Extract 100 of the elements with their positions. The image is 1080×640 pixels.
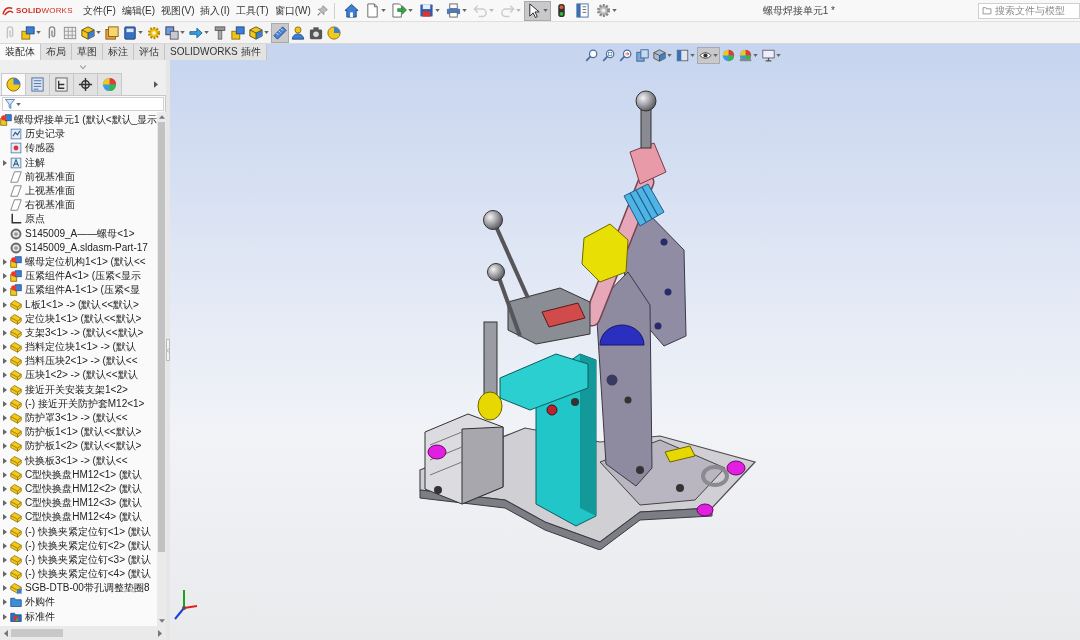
folder-icon xyxy=(10,596,22,609)
tree-item[interactable]: C型快换盘HM12<1> (默认 xyxy=(25,468,143,481)
expand-arrow-icon[interactable] xyxy=(3,599,7,606)
expand-arrow-icon[interactable] xyxy=(3,613,7,620)
tree-item[interactable]: (-) 快换夹紧定位钉<3> (默认 xyxy=(25,553,152,566)
block-icon xyxy=(10,440,22,453)
scrollbar[interactable] xyxy=(157,112,167,626)
tree-item[interactable]: 压紧组件A<1> (压紧<显示 xyxy=(25,270,141,283)
menu-item[interactable]: 工具(T) xyxy=(232,1,272,20)
tree-item[interactable]: 防护罩3<1> -> (默认<< xyxy=(25,412,128,425)
tree-item[interactable]: 防护板1<1> (默认<<默认> xyxy=(25,426,142,439)
right-arrow-icon[interactable] xyxy=(158,629,163,637)
tree-item[interactable]: 原点 xyxy=(25,213,45,226)
menu-item[interactable]: 插入(I) xyxy=(197,1,233,20)
panel-tab[interactable] xyxy=(49,73,74,95)
expand-arrow-icon[interactable] xyxy=(3,273,7,280)
right-arrow-icon[interactable] xyxy=(154,80,159,88)
expand-arrow-icon[interactable] xyxy=(3,372,7,379)
down-arrow-icon[interactable] xyxy=(158,619,165,623)
expand-arrow-icon[interactable] xyxy=(3,471,7,478)
expand-arrow-icon[interactable] xyxy=(3,485,7,492)
tree-item[interactable]: 挡料压块2<1> -> (默认<< xyxy=(25,355,138,368)
tree-item[interactable]: 压紧组件A-1<1> (压紧<显 xyxy=(25,284,140,297)
plane-icon xyxy=(10,199,22,212)
scrollbar[interactable] xyxy=(0,626,167,640)
scrollbar-thumb[interactable] xyxy=(11,629,63,637)
expand-arrow-icon[interactable] xyxy=(3,258,7,265)
tree-item[interactable]: (-) 快换夹紧定位钉<4> (默认 xyxy=(25,568,152,581)
tree-item[interactable]: 历史记录 xyxy=(25,128,65,141)
expand-arrow-icon[interactable] xyxy=(3,358,7,365)
tree-item[interactable]: 螺母定位机构1<1> (默认<< xyxy=(25,255,146,268)
view-button[interactable] xyxy=(760,47,783,64)
expand-arrow-icon[interactable] xyxy=(3,542,7,549)
expand-arrow-icon[interactable] xyxy=(3,159,7,166)
filter-field[interactable] xyxy=(2,97,165,111)
tree-item[interactable]: 接近开关安装支架1<2> xyxy=(25,383,128,396)
expand-arrow-icon[interactable] xyxy=(3,571,7,578)
tree-item[interactable]: 定位块1<1> (默认<<默认> xyxy=(25,312,142,325)
tree-item[interactable]: 压块1<2> -> (默认<<默认 xyxy=(25,369,138,382)
command-tab[interactable]: 装配体 xyxy=(0,44,41,60)
view-button[interactable] xyxy=(674,47,697,64)
tree-item[interactable]: C型快换盘HM12<4> (默认 xyxy=(25,511,143,524)
left-arrow-icon[interactable] xyxy=(4,629,8,637)
up-arrow-icon[interactable] xyxy=(158,115,165,119)
tree-item[interactable]: S145009_A——螺母<1> xyxy=(25,227,135,240)
panel-tab[interactable] xyxy=(73,73,98,95)
shapes-icon xyxy=(10,270,22,283)
tree-item[interactable]: SGB-DTB-00带孔调整垫圈8 xyxy=(25,582,150,595)
plane-icon xyxy=(10,185,22,198)
expand-arrow-icon[interactable] xyxy=(3,301,7,308)
menu-item[interactable]: 视图(V) xyxy=(158,1,198,20)
tree-item[interactable]: C型快换盘HM12<3> (默认 xyxy=(25,497,143,510)
tree-item[interactable]: 快换板3<1> -> (默认<< xyxy=(25,454,128,467)
tree-item[interactable]: 标准件 xyxy=(25,610,55,623)
tree-item[interactable]: 外购件 xyxy=(25,596,55,609)
tree-item[interactable]: (-) 快换夹紧定位钉<2> (默认 xyxy=(25,539,152,552)
cube-icon xyxy=(653,49,666,62)
tree-item[interactable]: (-) 接近开关防护套M12<1> xyxy=(25,397,145,410)
expand-arrow-icon[interactable] xyxy=(3,329,7,336)
tree-item[interactable]: 注解 xyxy=(25,156,45,169)
view-button[interactable] xyxy=(600,47,617,64)
tree-item[interactable]: (-) 快换夹紧定位钉<1> (默认 xyxy=(25,525,152,538)
expand-arrow-icon[interactable] xyxy=(3,429,7,436)
expand-arrow-icon[interactable] xyxy=(3,287,7,294)
tree-item[interactable]: C型快换盘HM12<2> (默认 xyxy=(25,482,143,495)
tree-item[interactable]: 防护板1<2> (默认<<默认> xyxy=(25,440,142,453)
expand-arrow-icon[interactable] xyxy=(3,457,7,464)
tree-item[interactable]: 支架3<1> -> (默认<<默认> xyxy=(25,326,144,339)
view-button[interactable] xyxy=(617,47,634,64)
expand-arrow-icon[interactable] xyxy=(3,528,7,535)
tree-item[interactable]: L板1<1> -> (默认<<默认> xyxy=(25,298,139,311)
printer-icon xyxy=(445,3,461,18)
tree-item[interactable]: 右视基准面 xyxy=(25,199,75,212)
view-button[interactable] xyxy=(583,47,600,64)
menu-item[interactable]: 编辑(E) xyxy=(118,1,159,20)
expand-arrow-icon[interactable] xyxy=(3,500,7,507)
view-button[interactable] xyxy=(697,47,720,64)
tree-item[interactable]: 上视基准面 xyxy=(25,185,75,198)
scrollbar-thumb[interactable] xyxy=(158,122,166,552)
pin-icon[interactable] xyxy=(316,5,328,16)
tree-item[interactable]: 挡料定位块1<1> -> (默认 xyxy=(25,341,136,354)
expand-arrow-icon[interactable] xyxy=(3,400,7,407)
expand-arrow-icon[interactable] xyxy=(3,556,7,563)
expand-arrow-icon[interactable] xyxy=(3,415,7,422)
view-button[interactable] xyxy=(651,47,674,64)
tree-item[interactable]: S145009_A.sldasm-Part-17 xyxy=(25,241,148,254)
expand-arrow-icon[interactable] xyxy=(3,514,7,521)
menu-item[interactable]: 窗口(W) xyxy=(271,1,314,20)
expand-arrow-icon[interactable] xyxy=(3,443,7,450)
menu-item[interactable]: 文件(F) xyxy=(80,1,119,20)
expand-arrow-icon[interactable] xyxy=(3,315,7,322)
tree-item[interactable]: 螺母焊接单元1 (默认<默认_显示 xyxy=(14,114,158,127)
tree-item[interactable]: 传感器 xyxy=(25,142,55,155)
expand-arrow-icon[interactable] xyxy=(3,344,7,351)
search-field[interactable]: 搜索文件与模型 xyxy=(978,2,1080,19)
toolbar-button[interactable] xyxy=(523,0,551,21)
tree-item[interactable]: 前视基准面 xyxy=(25,170,75,183)
expand-arrow-icon[interactable] xyxy=(3,585,7,592)
splitter-handle[interactable] xyxy=(166,339,170,361)
expand-arrow-icon[interactable] xyxy=(3,386,7,393)
